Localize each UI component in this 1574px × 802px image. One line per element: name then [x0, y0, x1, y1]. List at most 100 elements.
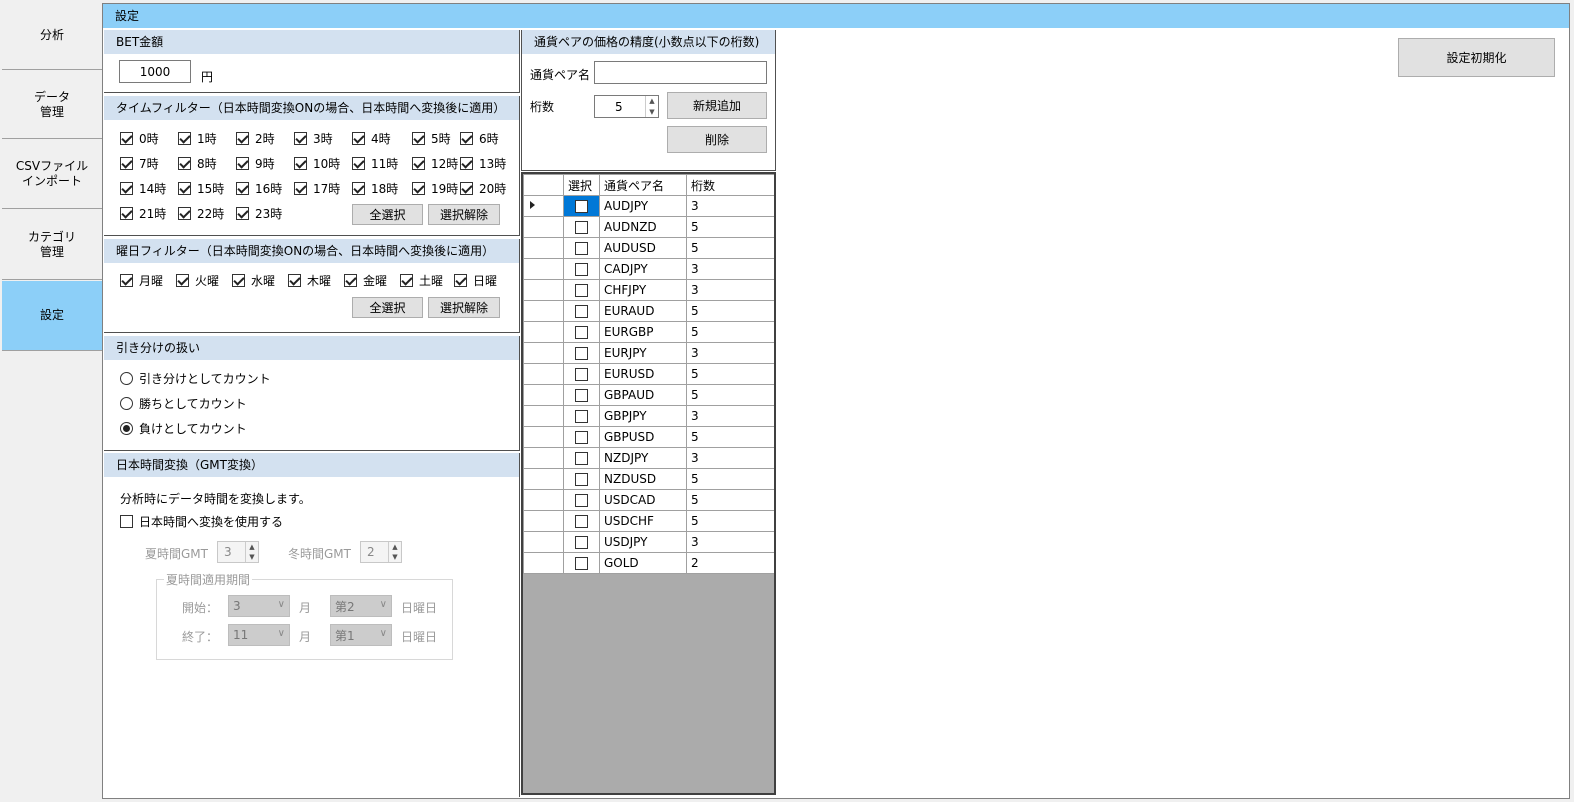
bet-amount-input[interactable]: 1000: [119, 60, 191, 83]
checkbox-icon[interactable]: [575, 389, 588, 402]
table-row[interactable]: AUDNZD 5: [523, 216, 774, 238]
reset-settings-button[interactable]: 設定初期化: [1398, 38, 1555, 77]
row-header[interactable]: [523, 216, 564, 238]
select-cell[interactable]: [563, 237, 600, 259]
checkbox-icon[interactable]: [575, 557, 588, 570]
row-header[interactable]: [523, 195, 564, 217]
digits-cell[interactable]: 3: [686, 447, 774, 469]
checkbox-icon[interactable]: [575, 305, 588, 318]
checkbox-icon[interactable]: [575, 368, 588, 381]
select-cell[interactable]: [563, 384, 600, 406]
select-cell[interactable]: [563, 531, 600, 553]
hour-checkbox[interactable]: 15時: [178, 180, 224, 196]
col-header-digits[interactable]: 桁数: [686, 174, 774, 196]
checkbox-icon[interactable]: [575, 473, 588, 486]
pair-grid[interactable]: 選択 通貨ペア名 桁数 AUDJPY 3 AUDNZD 5 AUDUSD 5 CADJPY 3…: [521, 172, 776, 795]
select-cell[interactable]: [563, 363, 600, 385]
pair-cell[interactable]: CADJPY: [599, 258, 687, 280]
digits-cell[interactable]: 5: [686, 384, 774, 406]
digits-cell[interactable]: 5: [686, 510, 774, 532]
row-header[interactable]: [523, 258, 564, 280]
digits-stepper[interactable]: 5 ▲ ▼: [594, 95, 659, 118]
row-header[interactable]: [523, 279, 564, 301]
checkbox-icon[interactable]: [575, 410, 588, 423]
dst-end-month-select[interactable]: 11 ∨: [228, 624, 290, 646]
time-deselect-button[interactable]: 選択解除: [428, 204, 500, 225]
digits-cell[interactable]: 5: [686, 237, 774, 259]
pair-cell[interactable]: EURJPY: [599, 342, 687, 364]
hour-checkbox[interactable]: 4時: [352, 130, 391, 146]
pair-cell[interactable]: AUDJPY: [599, 195, 687, 217]
row-header[interactable]: [523, 384, 564, 406]
delete-pair-button[interactable]: 削除: [667, 126, 767, 153]
checkbox-icon[interactable]: [575, 326, 588, 339]
row-header[interactable]: [523, 342, 564, 364]
digits-cell[interactable]: 3: [686, 531, 774, 553]
select-cell[interactable]: [563, 426, 600, 448]
digits-cell[interactable]: 5: [686, 468, 774, 490]
hour-checkbox[interactable]: 13時: [460, 155, 506, 171]
table-row[interactable]: GOLD 2: [523, 552, 774, 574]
row-header[interactable]: [523, 489, 564, 511]
pair-cell[interactable]: GBPUSD: [599, 426, 687, 448]
row-header[interactable]: [523, 237, 564, 259]
spin-down-icon[interactable]: ▼: [389, 552, 401, 562]
spin-up-icon[interactable]: ▲: [646, 96, 658, 107]
row-header[interactable]: [523, 363, 564, 385]
pair-cell[interactable]: EURAUD: [599, 300, 687, 322]
pair-cell[interactable]: GBPAUD: [599, 384, 687, 406]
digits-cell[interactable]: 2: [686, 552, 774, 574]
pair-cell[interactable]: CHFJPY: [599, 279, 687, 301]
checkbox-icon[interactable]: [575, 263, 588, 276]
hour-checkbox[interactable]: 12時: [412, 155, 458, 171]
hour-checkbox[interactable]: 3時: [294, 130, 333, 146]
hour-checkbox[interactable]: 1時: [178, 130, 217, 146]
digits-cell[interactable]: 5: [686, 300, 774, 322]
select-cell[interactable]: [563, 279, 600, 301]
row-header[interactable]: [523, 300, 564, 322]
checkbox-icon[interactable]: [575, 452, 588, 465]
hour-checkbox[interactable]: 8時: [178, 155, 217, 171]
pair-cell[interactable]: USDCAD: [599, 489, 687, 511]
checkbox-icon[interactable]: [575, 284, 588, 297]
spin-up-icon[interactable]: ▲: [246, 542, 258, 552]
day-deselect-button[interactable]: 選択解除: [428, 297, 500, 318]
select-cell[interactable]: [563, 510, 600, 532]
draw-option-draw[interactable]: 引き分けとしてカウント: [120, 370, 271, 386]
tab-category-management[interactable]: カテゴリ 管理: [2, 210, 102, 280]
day-checkbox[interactable]: 水曜: [232, 272, 275, 288]
digits-cell[interactable]: 5: [686, 363, 774, 385]
pair-cell[interactable]: GOLD: [599, 552, 687, 574]
row-header[interactable]: [523, 510, 564, 532]
table-row[interactable]: USDJPY 3: [523, 531, 774, 553]
table-row[interactable]: EURAUD 5: [523, 300, 774, 322]
digits-cell[interactable]: 5: [686, 426, 774, 448]
checkbox-icon[interactable]: [575, 515, 588, 528]
table-row[interactable]: USDCAD 5: [523, 489, 774, 511]
row-header[interactable]: [523, 405, 564, 427]
pair-cell[interactable]: USDJPY: [599, 531, 687, 553]
table-row[interactable]: CHFJPY 3: [523, 279, 774, 301]
hour-checkbox[interactable]: 19時: [412, 180, 458, 196]
pair-cell[interactable]: AUDUSD: [599, 237, 687, 259]
checkbox-icon[interactable]: [575, 536, 588, 549]
hour-checkbox[interactable]: 9時: [236, 155, 275, 171]
table-row[interactable]: GBPJPY 3: [523, 405, 774, 427]
digits-cell[interactable]: 3: [686, 195, 774, 217]
table-row[interactable]: GBPUSD 5: [523, 426, 774, 448]
digits-cell[interactable]: 3: [686, 279, 774, 301]
hour-checkbox[interactable]: 18時: [352, 180, 398, 196]
spin-down-icon[interactable]: ▼: [646, 107, 658, 118]
hour-checkbox[interactable]: 16時: [236, 180, 282, 196]
select-cell[interactable]: [563, 195, 600, 217]
select-cell[interactable]: [563, 552, 600, 574]
hour-checkbox[interactable]: 23時: [236, 205, 282, 221]
draw-option-win[interactable]: 勝ちとしてカウント: [120, 395, 247, 411]
select-cell[interactable]: [563, 489, 600, 511]
checkbox-icon[interactable]: [575, 200, 588, 213]
day-checkbox[interactable]: 木曜: [288, 272, 331, 288]
hour-checkbox[interactable]: 0時: [120, 130, 159, 146]
table-row[interactable]: EURUSD 5: [523, 363, 774, 385]
digits-cell[interactable]: 3: [686, 342, 774, 364]
select-cell[interactable]: [563, 468, 600, 490]
